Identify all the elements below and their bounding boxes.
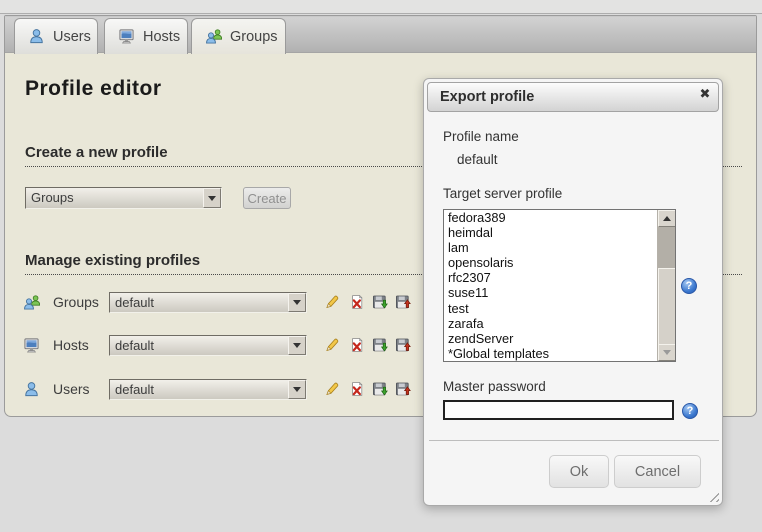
select-arrow-button[interactable] — [203, 188, 221, 208]
scrollbar-track[interactable] — [658, 227, 676, 268]
edit-profile-icon[interactable] — [324, 337, 340, 353]
tab-hosts[interactable]: Hosts — [104, 18, 188, 54]
question-mark-glyph: ? — [686, 280, 693, 292]
groups-profile-select[interactable]: default — [109, 292, 307, 313]
tab-bar: Users Hosts Groups — [5, 16, 756, 53]
user-icon — [28, 28, 45, 45]
tab-users-label: Users — [53, 29, 91, 45]
help-icon[interactable]: ? — [682, 403, 698, 419]
host-icon — [23, 337, 40, 354]
list-option[interactable]: lam — [444, 240, 675, 255]
help-icon[interactable]: ? — [681, 278, 697, 294]
edit-profile-icon[interactable] — [324, 294, 340, 310]
list-option[interactable]: opensolaris — [444, 255, 675, 270]
list-option[interactable]: test — [444, 301, 675, 316]
user-icon — [23, 381, 40, 398]
host-icon — [118, 28, 135, 45]
dialog-resize-handle[interactable] — [706, 489, 719, 502]
list-option[interactable]: suse11 — [444, 285, 675, 300]
dialog-title: Export profile — [428, 89, 534, 105]
close-icon: ✖ — [700, 86, 711, 102]
chevron-down-icon — [293, 300, 301, 305]
group-icon — [23, 294, 40, 311]
listbox-scrollbar[interactable] — [657, 210, 675, 361]
master-password-input[interactable] — [443, 400, 674, 420]
groups-profile-select-value: default — [110, 293, 288, 312]
profile-row-users: Users default — [5, 379, 425, 401]
ok-button[interactable]: Ok — [549, 455, 609, 488]
select-arrow-button[interactable] — [288, 293, 306, 312]
profile-row-groups: Groups default — [5, 292, 425, 314]
chevron-down-icon — [208, 196, 216, 201]
profile-row-hosts: Hosts default — [5, 335, 425, 357]
profile-name-value: default — [457, 152, 498, 167]
import-profile-icon[interactable] — [372, 381, 388, 397]
delete-profile-icon[interactable] — [349, 381, 365, 397]
list-option[interactable]: zendServer — [444, 331, 675, 346]
cancel-button[interactable]: Cancel — [614, 455, 701, 488]
select-arrow-button[interactable] — [288, 336, 306, 355]
delete-profile-icon[interactable] — [349, 337, 365, 353]
group-icon — [205, 28, 222, 45]
tab-hosts-label: Hosts — [143, 29, 180, 45]
import-profile-icon[interactable] — [372, 337, 388, 353]
delete-profile-icon[interactable] — [349, 294, 365, 310]
target-server-listbox[interactable]: fedora389 heimdal lam opensolaris rfc230… — [443, 209, 676, 362]
question-mark-glyph: ? — [687, 405, 694, 417]
tab-users[interactable]: Users — [14, 18, 98, 54]
page-title: Profile editor — [25, 77, 162, 101]
create-button[interactable]: Create — [243, 187, 291, 209]
export-profile-icon[interactable] — [395, 337, 411, 353]
scrollbar-down-button[interactable] — [658, 344, 676, 361]
browser-chrome-strip — [0, 0, 762, 14]
target-server-label: Target server profile — [443, 186, 562, 201]
account-type-select-value: Groups — [26, 188, 203, 208]
triangle-up-icon — [663, 216, 671, 221]
list-option[interactable]: zarafa — [444, 316, 675, 331]
list-option[interactable]: fedora389 — [444, 210, 675, 225]
scrollbar-thumb[interactable] — [658, 268, 676, 348]
account-type-select[interactable]: Groups — [25, 187, 222, 209]
edit-profile-icon[interactable] — [324, 381, 340, 397]
profile-name-label: Profile name — [443, 129, 519, 144]
scrollbar-up-button[interactable] — [658, 210, 676, 227]
tab-groups-label: Groups — [230, 29, 278, 45]
row-label: Groups — [53, 292, 99, 313]
users-profile-select[interactable]: default — [109, 379, 307, 400]
export-profile-icon[interactable] — [395, 294, 411, 310]
lam-profile-editor-screen: Users Hosts Groups Profile editor Create… — [0, 0, 762, 532]
button-pane-divider — [429, 440, 719, 441]
hosts-profile-select[interactable]: default — [109, 335, 307, 356]
row-label: Hosts — [53, 335, 89, 356]
import-profile-icon[interactable] — [372, 294, 388, 310]
export-profile-icon[interactable] — [395, 381, 411, 397]
users-profile-select-value: default — [110, 380, 288, 399]
list-option[interactable]: *Global templates — [444, 346, 675, 361]
dialog-close-button[interactable]: ✖ — [694, 83, 716, 105]
export-profile-dialog: Export profile ✖ Profile name default Ta… — [423, 78, 723, 506]
row-label: Users — [53, 379, 90, 400]
tab-groups[interactable]: Groups — [191, 18, 286, 54]
chevron-down-icon — [293, 343, 301, 348]
chevron-down-icon — [293, 387, 301, 392]
select-arrow-button[interactable] — [288, 380, 306, 399]
list-option[interactable]: heimdal — [444, 225, 675, 240]
triangle-down-icon — [663, 350, 671, 355]
hosts-profile-select-value: default — [110, 336, 288, 355]
list-option[interactable]: rfc2307 — [444, 270, 675, 285]
dialog-titlebar[interactable]: Export profile — [427, 82, 719, 112]
master-password-label: Master password — [443, 379, 546, 394]
